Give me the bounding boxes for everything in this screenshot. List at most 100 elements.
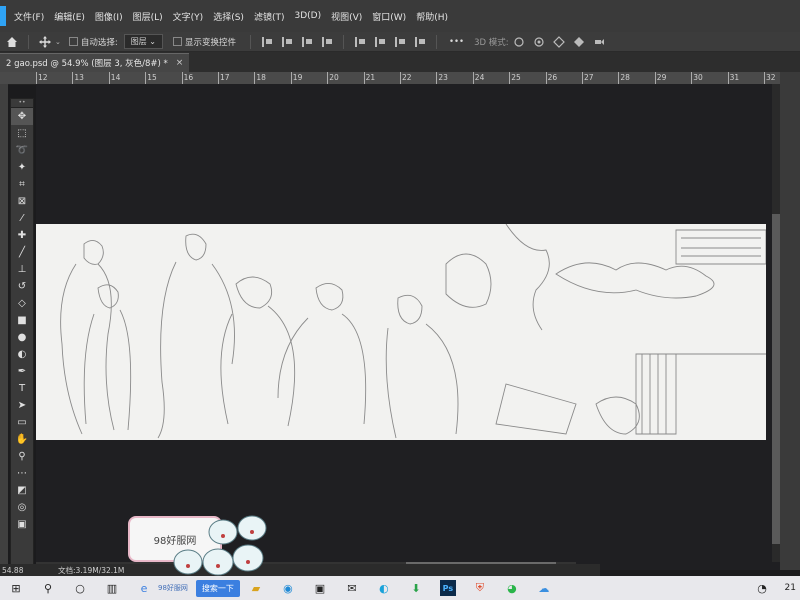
status-bar: 54.88 文档:3.19M/32.1M <box>0 564 600 576</box>
browser-icon[interactable]: ◐ <box>373 579 395 597</box>
menu-filter[interactable]: 滤镜(T) <box>254 10 285 23</box>
wechat-icon[interactable]: ◕ <box>501 579 523 597</box>
network-icon[interactable]: ◔ <box>751 579 773 597</box>
marquee-tool-icon[interactable]: ⬚ <box>11 125 33 142</box>
pen-tool-icon[interactable]: ✒ <box>11 363 33 380</box>
crop-tool-icon[interactable]: ⌗ <box>11 176 33 193</box>
search-button[interactable]: 搜索一下 <box>195 579 240 597</box>
canvas-artwork[interactable] <box>36 224 766 440</box>
ruler-tick <box>363 72 365 84</box>
ruler-label: 28 <box>620 73 630 82</box>
ruler-tick <box>181 72 183 84</box>
document-info[interactable]: 文档:3.19M/32.1M <box>58 565 124 576</box>
ruler-tick <box>145 72 147 84</box>
ruler-tick <box>727 72 729 84</box>
lasso-tool-icon[interactable]: ➰ <box>11 142 33 159</box>
quick-mask-icon[interactable]: ◎ <box>11 499 33 516</box>
screen-mode-icon[interactable]: ▣ <box>11 516 33 533</box>
auto-select-checkbox[interactable] <box>68 37 78 46</box>
align-left-icon[interactable] <box>262 36 273 47</box>
vertical-scrollbar[interactable] <box>772 84 780 562</box>
os-taskbar: ⊞ ⚲ ○ ▥ e 98好服网 搜索一下 ▰ ◉ ▣ ✉ ◐ ⬇ Ps ⛨ ◕ … <box>0 576 800 600</box>
magic-wand-tool-icon[interactable]: ✦ <box>11 159 33 176</box>
slide-3d-icon[interactable] <box>573 36 585 48</box>
edge-browser-icon[interactable]: ◉ <box>277 579 299 597</box>
canvas-area[interactable] <box>36 84 780 570</box>
search-icon[interactable]: ⚲ <box>37 579 59 597</box>
color-swatch-icon[interactable]: ◩ <box>11 482 33 499</box>
blur-tool-icon[interactable]: ● <box>11 329 33 346</box>
more-options-button[interactable]: ••• <box>449 37 464 47</box>
mail-icon[interactable]: ✉ <box>341 579 363 597</box>
menu-3d[interactable]: 3D(D) <box>294 11 321 21</box>
menu-image[interactable]: 图像(I) <box>95 10 123 23</box>
history-brush-tool-icon[interactable]: ↺ <box>11 278 33 295</box>
file-explorer-icon[interactable]: ▰ <box>245 579 267 597</box>
shape-tool-icon[interactable]: ▭ <box>11 414 33 431</box>
move-tool-icon[interactable] <box>39 35 51 48</box>
more-tools-icon[interactable]: ⋯ <box>11 465 33 482</box>
show-transform-label: 显示变换控件 <box>185 37 237 48</box>
zoom-tool-icon[interactable]: ⚲ <box>11 448 33 465</box>
windows-start-icon[interactable]: ⊞ <box>5 579 27 597</box>
ie-browser-icon[interactable]: e <box>133 579 155 597</box>
pan-3d-icon[interactable] <box>552 35 565 48</box>
ruler-label: 21 <box>365 73 376 82</box>
type-tool-icon[interactable]: T <box>11 380 33 397</box>
store-icon[interactable]: ▣ <box>309 579 331 597</box>
cloud-icon[interactable]: ☁ <box>533 579 555 597</box>
ruler-tick <box>327 72 329 84</box>
shield-icon[interactable]: ⛨ <box>469 579 491 597</box>
hand-tool-icon[interactable]: ✋ <box>11 431 33 448</box>
align-middle-v-icon[interactable] <box>375 36 386 47</box>
task-view-icon[interactable]: ○ <box>69 579 91 597</box>
menu-type[interactable]: 文字(Y) <box>173 10 204 23</box>
move-tool-icon[interactable]: ✥ <box>11 108 33 125</box>
ruler-label: 20 <box>329 73 339 82</box>
menu-help[interactable]: 帮助(H) <box>416 10 448 23</box>
menu-edit[interactable]: 编辑(E) <box>54 10 85 23</box>
document-tab[interactable]: 2 gao.psd @ 54.9% (图层 3, 灰色/8#) * × <box>0 53 190 72</box>
download-icon[interactable]: ⬇ <box>405 579 427 597</box>
multitask-icon[interactable]: ▥ <box>101 579 123 597</box>
brush-tool-icon[interactable]: ╱ <box>11 244 33 261</box>
frame-tool-icon[interactable]: ⊠ <box>11 193 33 210</box>
distribute-icon[interactable] <box>322 36 333 47</box>
eyedropper-tool-icon[interactable]: ⁄ <box>11 210 33 227</box>
distribute-v-icon[interactable] <box>415 36 426 47</box>
auto-select-dropdown[interactable]: 图层 ⌄ <box>123 34 163 49</box>
align-bottom-icon[interactable] <box>395 36 406 47</box>
align-right-icon[interactable] <box>302 36 313 47</box>
ruler-label: 31 <box>729 73 740 82</box>
eraser-tool-icon[interactable]: ◇ <box>11 295 33 312</box>
dodge-tool-icon[interactable]: ◐ <box>11 346 33 363</box>
menu-layer[interactable]: 图层(L) <box>133 10 163 23</box>
photoshop-taskbar-icon[interactable]: Ps <box>437 579 459 597</box>
ruler-tick <box>582 72 583 84</box>
menu-window[interactable]: 窗口(W) <box>372 10 406 23</box>
align-center-h-icon[interactable] <box>282 36 293 47</box>
scale-3d-icon[interactable] <box>593 36 605 48</box>
document-tab-title: 2 gao.psd @ 54.9% (图层 3, 灰色/8#) * <box>6 59 168 69</box>
stamp-tool-icon[interactable]: ⊥ <box>11 261 33 278</box>
show-transform-checkbox[interactable] <box>173 37 182 46</box>
roll-3d-icon[interactable] <box>533 36 545 48</box>
healing-brush-tool-icon[interactable]: ✚ <box>11 227 33 244</box>
menu-view[interactable]: 视图(V) <box>331 10 362 23</box>
gradient-tool-icon[interactable]: ■ <box>11 312 33 329</box>
vertical-scroll-thumb[interactable] <box>772 214 780 544</box>
close-icon[interactable]: × <box>176 58 184 68</box>
ie-address-text[interactable]: 98好服网 <box>158 583 188 593</box>
clock[interactable]: 21 <box>785 583 796 593</box>
menu-select[interactable]: 选择(S) <box>213 10 244 23</box>
tools-panel-handle[interactable]: •• <box>11 99 33 108</box>
path-select-tool-icon[interactable]: ➤ <box>11 397 33 414</box>
menu-file[interactable]: 文件(F) <box>14 10 44 23</box>
align-top-icon[interactable] <box>355 36 366 47</box>
app-logo-icon <box>0 6 6 26</box>
orbit-3d-icon[interactable] <box>513 36 525 48</box>
home-icon[interactable] <box>6 36 18 48</box>
zoom-level[interactable]: 54.88 <box>2 566 23 575</box>
vertical-ruler[interactable] <box>0 84 8 570</box>
chevron-down-icon[interactable]: ⌄ <box>55 38 61 46</box>
